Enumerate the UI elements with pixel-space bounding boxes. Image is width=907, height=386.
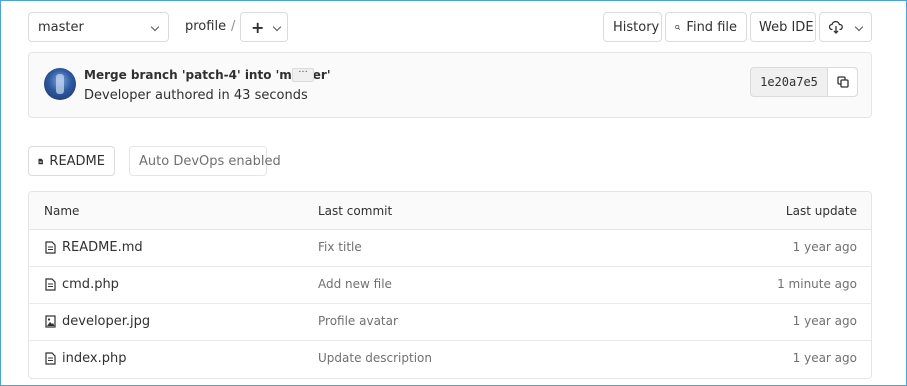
history-label: History [613, 19, 660, 35]
commit-message-link[interactable]: Update description [318, 351, 432, 365]
chevron-down-icon [151, 24, 158, 31]
add-file-dropdown[interactable]: + [240, 12, 288, 42]
auto-devops-label: Auto DevOps enabled [139, 153, 281, 169]
download-dropdown[interactable] [819, 12, 872, 42]
readme-label: README [49, 153, 105, 169]
file-text-icon [45, 352, 56, 365]
branch-label: master [38, 19, 84, 35]
find-file-button[interactable]: Find file [665, 12, 747, 42]
copy-icon [837, 76, 849, 88]
commit-sha[interactable]: 1e20a7e5 [751, 68, 828, 96]
find-file-label: Find file [686, 19, 737, 35]
breadcrumb-separator: / [231, 19, 236, 34]
web-ide-button[interactable]: Web IDE [750, 12, 816, 42]
table-row[interactable]: cmd.php Add new file 1 minute ago [29, 267, 871, 304]
readme-button[interactable]: README [28, 146, 115, 176]
branch-selector[interactable]: master [28, 12, 169, 42]
last-update-time: 1 year ago [792, 240, 857, 254]
column-header-last-commit: Last commit [318, 204, 393, 218]
table-row[interactable]: index.php Update description 1 year ago [29, 341, 871, 378]
table-header: Name Last commit Last update [29, 192, 871, 230]
commit-meta: Developer authored in 43 seconds [84, 88, 308, 103]
commit-sha-group: 1e20a7e5 [750, 67, 858, 97]
copy-sha-button[interactable] [828, 68, 857, 96]
history-button[interactable]: History [603, 12, 662, 42]
download-cloud-icon [829, 20, 843, 34]
author-avatar[interactable] [44, 68, 76, 100]
table-row[interactable]: developer.jpg Profile avatar 1 year ago [29, 304, 871, 341]
commit-message-link[interactable]: Fix title [318, 240, 362, 254]
file-icon [38, 158, 43, 164]
commit-message-link[interactable]: Profile avatar [318, 314, 398, 328]
last-commit-panel: Merge branch 'patch-4' into 'master' ···… [28, 52, 872, 118]
chevron-down-icon [855, 24, 862, 31]
commit-description-toggle[interactable]: ··· [292, 68, 314, 82]
web-ide-label: Web IDE [759, 19, 814, 35]
file-name-link[interactable]: cmd.php [62, 277, 119, 292]
file-image-icon [45, 315, 56, 328]
column-header-name: Name [44, 204, 80, 218]
file-name-link[interactable]: developer.jpg [62, 314, 150, 329]
table-row[interactable]: README.md Fix title 1 year ago [29, 230, 871, 267]
last-update-time: 1 year ago [792, 314, 857, 328]
last-update-time: 1 year ago [792, 351, 857, 365]
search-icon [675, 24, 681, 30]
auto-devops-button[interactable]: Auto DevOps enabled [129, 146, 281, 176]
last-update-time: 1 minute ago [777, 277, 857, 291]
file-text-icon [45, 278, 56, 291]
breadcrumb-project[interactable]: profile [185, 19, 226, 34]
file-tree-table: Name Last commit Last update README.md F… [28, 191, 872, 379]
plus-icon: + [251, 17, 265, 37]
commit-message-link[interactable]: Add new file [318, 277, 392, 291]
chevron-down-icon [273, 24, 277, 31]
file-name-link[interactable]: README.md [62, 240, 143, 255]
column-header-last-update: Last update [785, 204, 857, 218]
file-text-icon [45, 241, 56, 254]
file-name-link[interactable]: index.php [62, 351, 126, 366]
